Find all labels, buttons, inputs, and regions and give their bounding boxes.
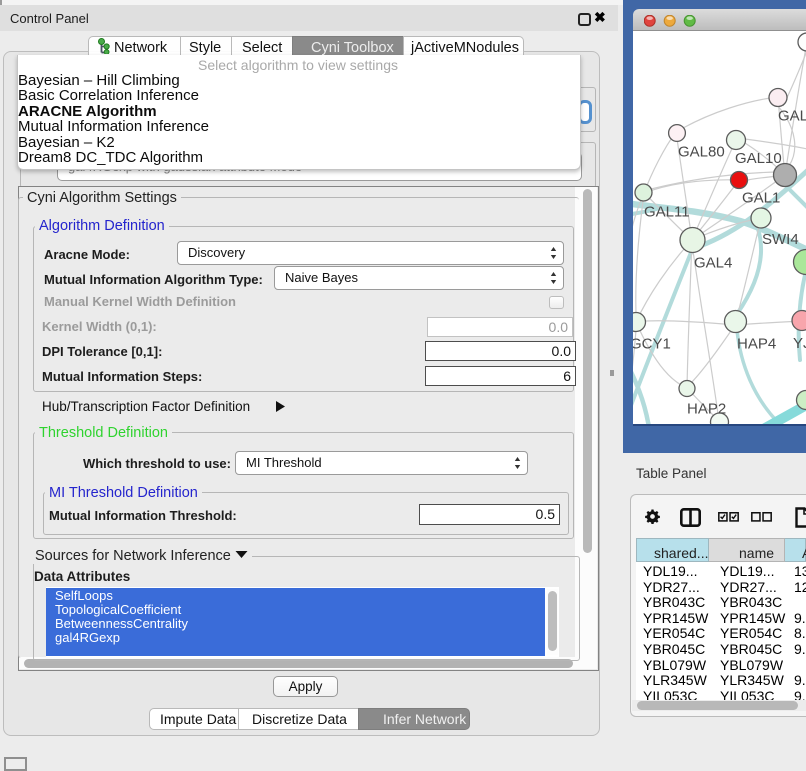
svg-text:HAP4: HAP4 [737,336,776,353]
svg-text:YJ: YJ [793,335,806,352]
svg-text:SWI4: SWI4 [762,231,799,248]
svg-text:HAP2: HAP2 [687,401,726,418]
svg-text:GAL1: GAL1 [742,190,780,207]
svg-text:GAL11: GAL11 [644,204,690,221]
svg-text:GAL10: GAL10 [735,150,782,167]
svg-text:GAL7: GAL7 [778,108,806,125]
svg-text:GAL80: GAL80 [678,144,725,161]
svg-text:GAL4: GAL4 [694,255,732,272]
svg-text:GCY1: GCY1 [633,336,671,353]
